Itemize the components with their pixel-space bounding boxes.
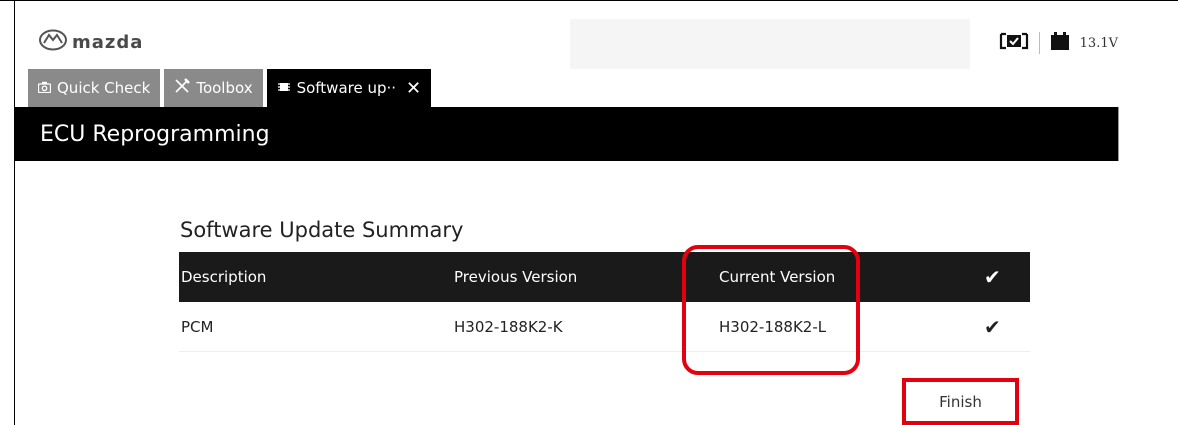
tab-bar: Quick Check Toolbox Software up·· ✕ bbox=[15, 69, 432, 107]
voltage-readout: 13.1V bbox=[1079, 35, 1118, 51]
page-title: ECU Reprogramming bbox=[40, 121, 270, 147]
tools-icon bbox=[174, 78, 191, 98]
status-area: 13.1V bbox=[999, 31, 1118, 55]
top-center-area bbox=[570, 19, 970, 69]
tab-label: Software up·· bbox=[296, 79, 397, 97]
summary-table: Description Previous Version Current Ver… bbox=[179, 252, 1030, 352]
checkmark-icon: ✔ bbox=[984, 314, 1001, 339]
camera-icon bbox=[37, 79, 52, 97]
tab-software-update[interactable]: Software up·· ✕ bbox=[266, 69, 432, 107]
vci-connection-icon bbox=[999, 32, 1029, 54]
mazda-logo: mazda bbox=[38, 29, 143, 55]
row-description: PCM bbox=[181, 317, 214, 336]
header-edge-divider bbox=[1118, 107, 1119, 161]
tab-label: Toolbox bbox=[196, 79, 253, 97]
current-version-highlight bbox=[682, 245, 860, 375]
mazda-emblem-icon bbox=[38, 29, 68, 55]
status-separator bbox=[1038, 32, 1040, 54]
finish-button[interactable]: Finish bbox=[902, 378, 1019, 425]
logo-text: mazda bbox=[72, 31, 144, 53]
chip-icon bbox=[277, 79, 291, 97]
tab-toolbox[interactable]: Toolbox bbox=[164, 69, 263, 107]
tab-quick-check[interactable]: Quick Check bbox=[28, 69, 161, 107]
page-header: ECU Reprogramming bbox=[15, 107, 1118, 161]
close-icon[interactable]: ✕ bbox=[406, 78, 421, 99]
top-bar: mazda 13.1V bbox=[15, 1, 1178, 69]
summary-title: Software Update Summary bbox=[180, 218, 464, 242]
column-header-previous-version: Previous Version bbox=[454, 268, 578, 286]
table-row: PCM H302-188K2-K H302-188K2-L ✔ bbox=[179, 302, 1030, 352]
row-previous-version: H302-188K2-K bbox=[454, 317, 563, 336]
battery-icon bbox=[1050, 31, 1070, 55]
checkmark-icon: ✔ bbox=[984, 265, 1001, 289]
tab-label: Quick Check bbox=[57, 79, 151, 97]
column-header-description: Description bbox=[181, 268, 267, 286]
table-header-row: Description Previous Version Current Ver… bbox=[179, 252, 1030, 302]
